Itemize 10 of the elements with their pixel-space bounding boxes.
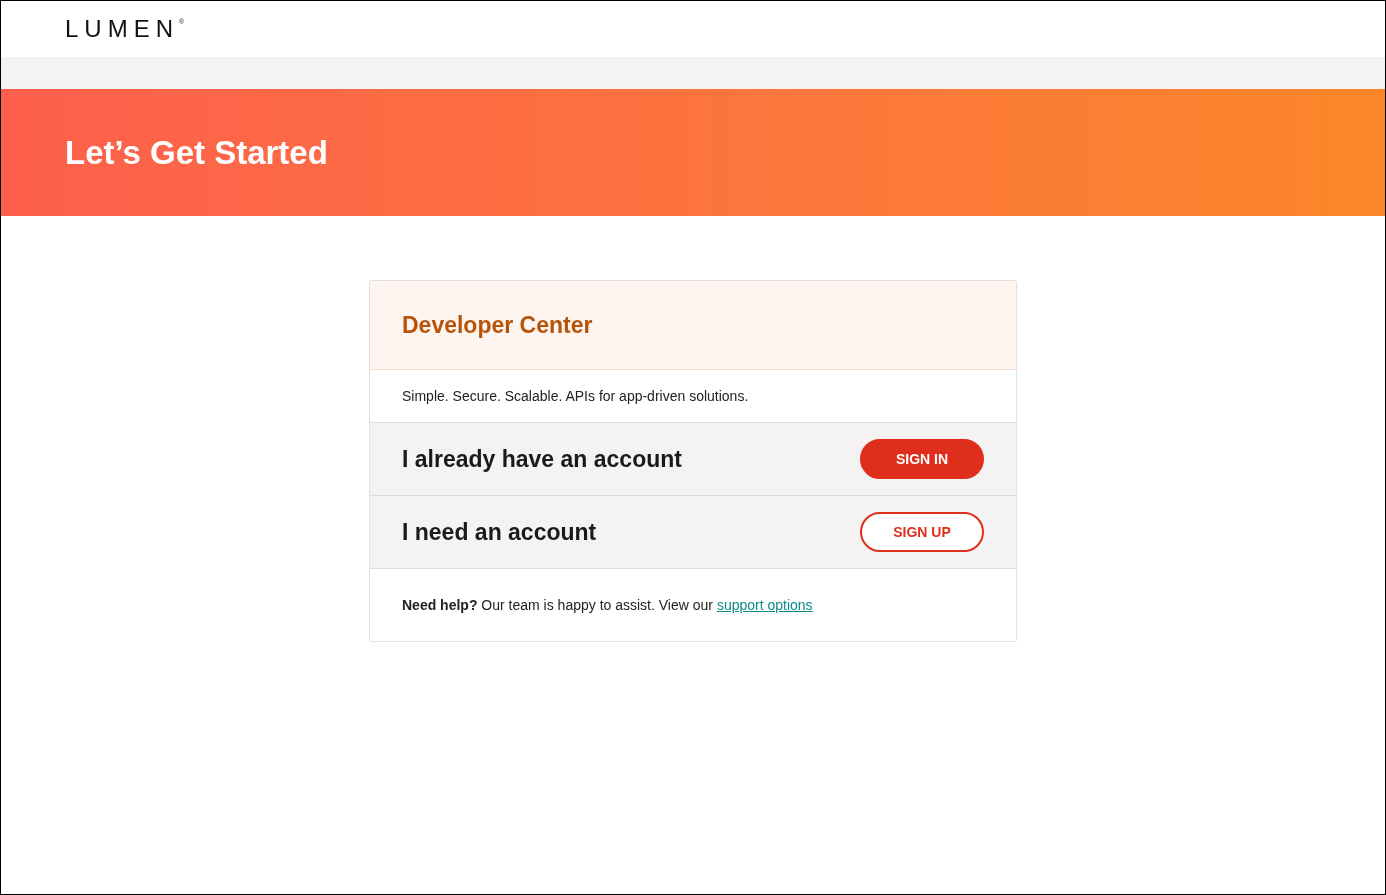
- support-link[interactable]: support options: [716, 596, 813, 613]
- tagline: Simple. Secure. Scalable. APIs for app-driven solutions.: [402, 386, 749, 406]
- logo: LUMEN: [65, 17, 179, 41]
- card-title: Developer Center: [402, 310, 593, 340]
- row-label: I need an account: [402, 517, 597, 547]
- help-text: Need help? Our team is happy to assist. View our support options: [402, 595, 813, 615]
- sign-in-button[interactable]: SIGN IN: [860, 439, 984, 479]
- banner-title: Let’s Get Started: [65, 132, 328, 173]
- sign-up-button[interactable]: SIGN UP: [860, 512, 984, 552]
- row-label: I already have an account: [402, 444, 682, 474]
